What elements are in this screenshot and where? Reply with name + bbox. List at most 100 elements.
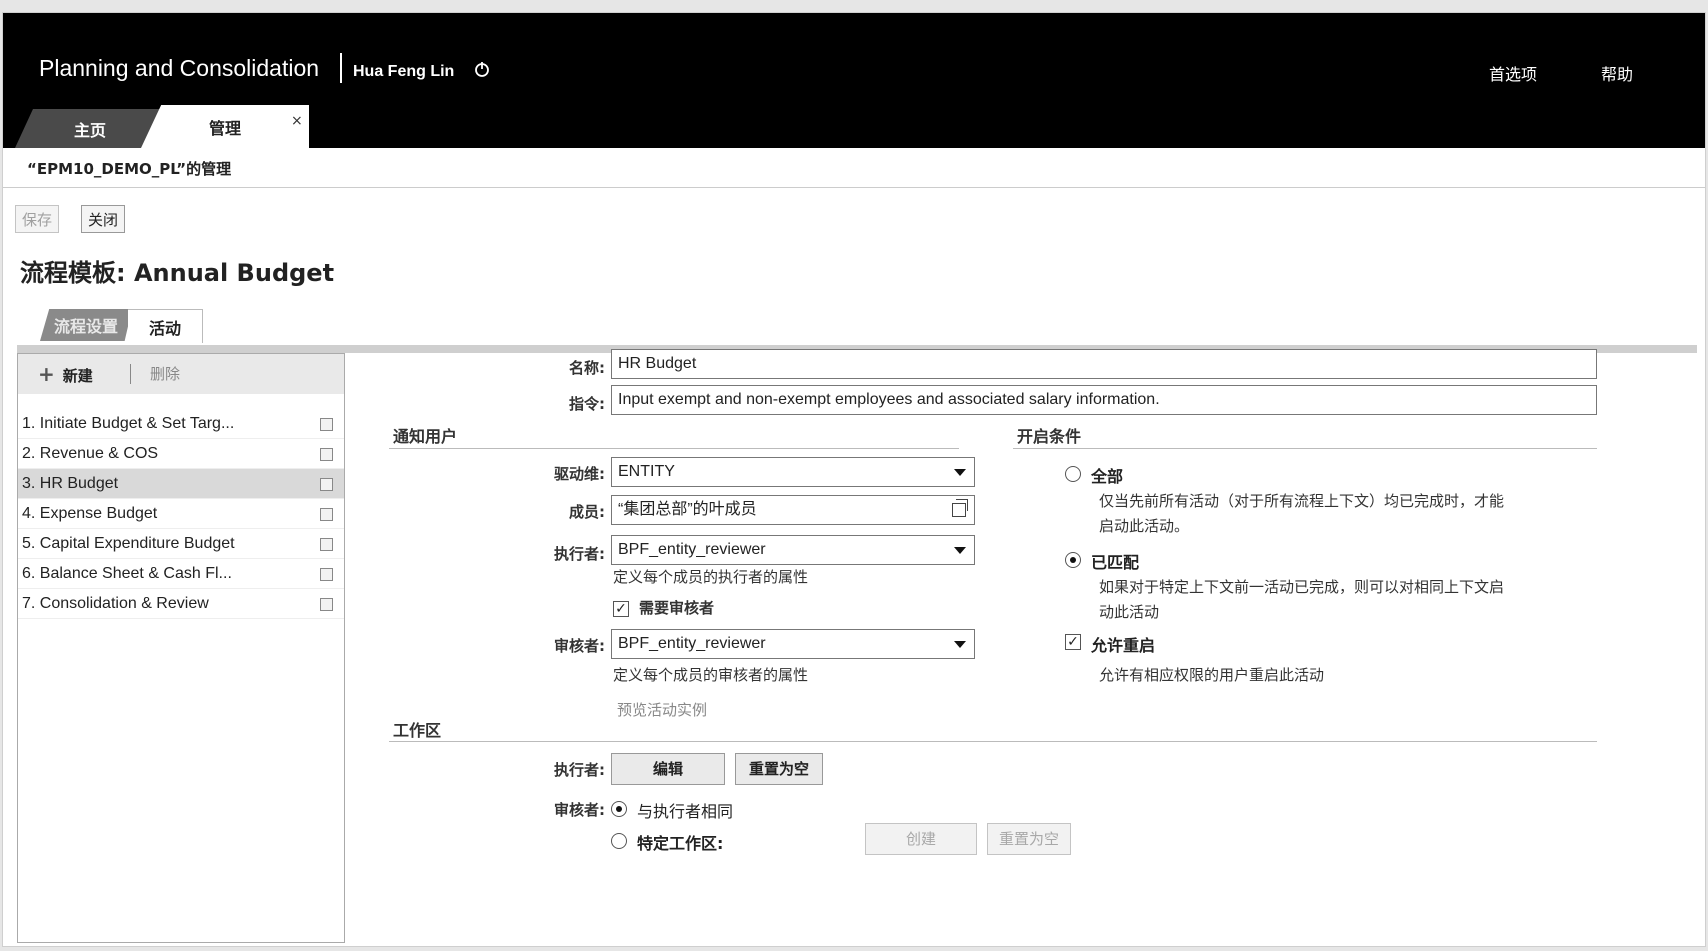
help-link[interactable]: 帮助	[1601, 61, 1633, 85]
require-reviewer-label: 需要审核者	[639, 599, 715, 617]
activity-detail-icon[interactable]	[320, 448, 333, 461]
radio-all-desc-line2: 启动此活动。	[1099, 517, 1190, 535]
tab-process-settings[interactable]: 流程设置	[40, 309, 132, 341]
tab-admin[interactable]: 管理	[141, 105, 309, 148]
new-activity-label: 新建	[62, 367, 93, 385]
driver-value: ENTITY	[618, 463, 675, 480]
activity-detail-icon[interactable]	[320, 568, 333, 581]
activity-item[interactable]: 1. Initiate Budget & Set Targ...	[18, 409, 344, 439]
plus-icon: +	[38, 362, 55, 386]
require-reviewer-checkbox[interactable]: ✓	[613, 601, 629, 617]
tab-activities[interactable]: 活动	[128, 309, 203, 343]
activity-detail-panel: 名称: HR Budget 指令: Input exempt and non-e…	[345, 349, 1697, 943]
tab-activities-label: 活动	[148, 318, 181, 338]
reviewer-value: BPF_entity_reviewer	[618, 635, 766, 652]
activity-label: 6. Balance Sheet & Cash Fl...	[22, 565, 232, 582]
new-activity-button[interactable]: + 新建	[38, 362, 93, 386]
activity-item[interactable]: 7. Consolidation & Review	[18, 589, 344, 619]
radio-matched-label: 已匹配	[1091, 553, 1140, 572]
performer-note: 定义每个成员的执行者的属性	[613, 568, 809, 586]
tab-process-settings-label: 流程设置	[53, 317, 118, 336]
radio-specific-workspace[interactable]	[611, 833, 627, 849]
driver-label: 驱动维:	[554, 465, 605, 483]
radio-matched-desc: 如果对于特定上下文前一活动已完成，则可以对相同上下文启 动此活动	[1099, 575, 1504, 625]
activity-item[interactable]: 5. Capital Expenditure Budget	[18, 529, 344, 559]
tab-admin-close-icon[interactable]: ×	[291, 113, 303, 129]
activity-item[interactable]: 2. Revenue & COS	[18, 439, 344, 469]
activity-detail-icon[interactable]	[320, 478, 333, 491]
reviewer-dropdown[interactable]: BPF_entity_reviewer	[611, 629, 975, 659]
activity-detail-icon[interactable]	[320, 508, 333, 521]
activity-list-panel: + 新建 删除 1. Initiate Budget & Set Targ... …	[17, 353, 345, 943]
edit-workspace-button[interactable]: 编辑	[611, 753, 725, 785]
member-label: 成员:	[569, 503, 605, 521]
radio-all-desc-line1: 仅当先前所有活动（对于所有流程上下文）均已完成时，才能	[1099, 492, 1505, 510]
activity-detail-icon[interactable]	[320, 418, 333, 431]
notify-users-heading: 通知用户	[393, 427, 458, 446]
activity-item-selected[interactable]: 3. HR Budget	[18, 469, 344, 499]
reviewer-label: 审核者:	[554, 637, 605, 655]
reset-workspace-button[interactable]: 重置为空	[735, 753, 823, 785]
create-workspace-button[interactable]: 创建	[865, 823, 977, 855]
activity-item[interactable]: 6. Balance Sheet & Cash Fl...	[18, 559, 344, 589]
name-input[interactable]: HR Budget	[611, 349, 1597, 379]
activity-label: 7. Consolidation & Review	[22, 595, 209, 612]
radio-same-as-performer[interactable]	[611, 801, 627, 817]
preferences-link[interactable]: 首选项	[1489, 61, 1537, 85]
allow-reopen-checkbox[interactable]: ✓	[1065, 634, 1081, 650]
close-button[interactable]: 关闭	[81, 205, 126, 233]
tab-home[interactable]: 主页	[15, 109, 165, 148]
tab-home-label: 主页	[73, 120, 106, 140]
activity-label: 5. Capital Expenditure Budget	[22, 535, 235, 552]
chevron-down-icon	[954, 469, 966, 476]
open-conditions-heading: 开启条件	[1017, 427, 1082, 446]
name-label: 名称:	[569, 359, 605, 377]
activity-label: 3. HR Budget	[22, 475, 119, 492]
activity-item[interactable]: 4. Expense Budget	[18, 499, 344, 529]
app-window: Planning and Consolidation Hua Feng Lin …	[2, 12, 1706, 947]
breadcrumb: “EPM10_DEMO_PL”的管理	[27, 160, 232, 178]
reset-specific-workspace-button[interactable]: 重置为空	[987, 823, 1071, 855]
radio-specific-workspace-label: 特定工作区:	[637, 834, 724, 853]
section-divider	[389, 448, 959, 449]
select-member-icon[interactable]	[952, 499, 968, 517]
instruction-input[interactable]: Input exempt and non-exempt employees an…	[611, 385, 1597, 415]
power-icon-svg	[475, 62, 489, 77]
ws-performer-label: 执行者:	[554, 761, 605, 779]
user-name: Hua Feng Lin	[353, 63, 455, 80]
activity-detail-icon[interactable]	[320, 598, 333, 611]
preview-activity-link[interactable]: 预览活动实例	[617, 699, 707, 720]
activity-label: 4. Expense Budget	[22, 505, 158, 522]
top-header: Planning and Consolidation Hua Feng Lin …	[3, 13, 1705, 148]
activity-detail-icon[interactable]	[320, 538, 333, 551]
divider	[3, 187, 1705, 188]
app-title: Planning and Consolidation	[39, 55, 320, 81]
allow-reopen-desc: 允许有相应权限的用户重启此活动	[1099, 666, 1325, 684]
driver-dropdown[interactable]: ENTITY	[611, 457, 975, 487]
power-icon[interactable]	[473, 60, 491, 78]
tab-admin-label: 管理	[208, 118, 241, 138]
member-selector[interactable]: “集团总部”的叶成员	[611, 495, 975, 525]
radio-matched[interactable]	[1065, 552, 1081, 568]
activity-label: 1. Initiate Budget & Set Targ...	[22, 415, 235, 432]
reviewer-note: 定义每个成员的审核者的属性	[613, 666, 809, 684]
radio-same-as-performer-label: 与执行者相同	[637, 802, 734, 821]
toolbar-separator	[130, 364, 131, 384]
save-button[interactable]: 保存	[15, 205, 60, 233]
page-title: 流程模板: Annual Budget	[20, 259, 335, 287]
radio-matched-desc-line1: 如果对于特定上下文前一活动已完成，则可以对相同上下文启	[1099, 578, 1505, 596]
activity-label: 2. Revenue & COS	[22, 445, 159, 462]
section-divider	[389, 741, 1597, 742]
delete-activity-button[interactable]: 删除	[150, 363, 180, 384]
radio-all[interactable]	[1065, 466, 1081, 482]
radio-all-label: 全部	[1091, 467, 1124, 486]
ws-reviewer-label: 审核者:	[554, 801, 605, 819]
chevron-down-icon	[954, 641, 966, 648]
instruction-label: 指令:	[569, 395, 605, 413]
performer-dropdown[interactable]: BPF_entity_reviewer	[611, 535, 975, 565]
header-separator	[340, 53, 342, 83]
radio-all-desc: 仅当先前所有活动（对于所有流程上下文）均已完成时，才能 启动此活动。	[1099, 489, 1504, 539]
member-value: “集团总部”的叶成员	[618, 501, 757, 518]
section-divider	[1013, 448, 1597, 449]
chevron-down-icon	[954, 547, 966, 554]
